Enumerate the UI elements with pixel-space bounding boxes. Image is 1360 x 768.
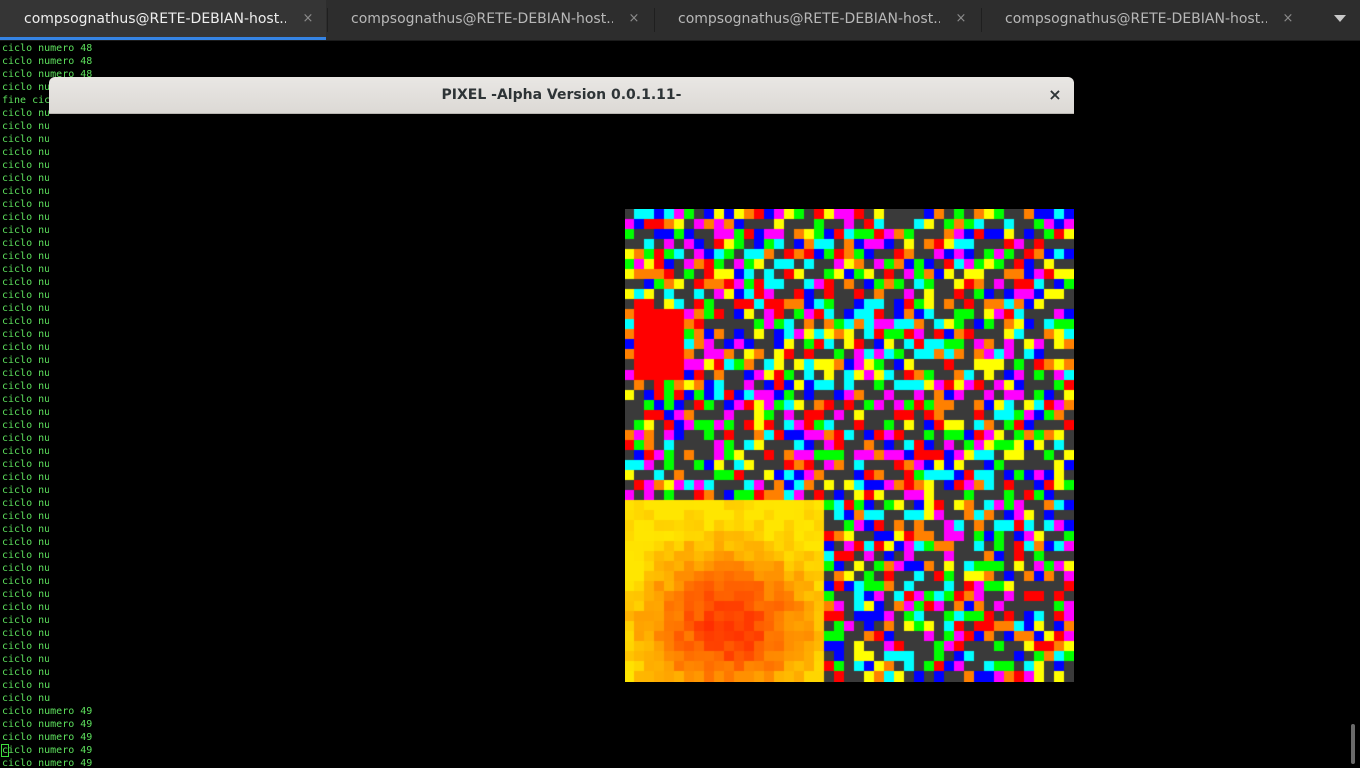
terminal-line: ciclo numero 49 (2, 745, 93, 756)
terminal-line: ciclo numero 49 (2, 706, 93, 717)
terminal-scrollbar[interactable] (1346, 41, 1360, 768)
scrollbar-thumb[interactable] (1351, 724, 1355, 764)
tab-terminal-2[interactable]: compsognathus@RETE-DEBIAN-host... × (327, 0, 654, 40)
tab-label: compsognathus@RETE-DEBIAN-host... (1005, 11, 1267, 27)
tab-label: compsognathus@RETE-DEBIAN-host... (351, 11, 613, 27)
close-tab-icon[interactable]: × (300, 11, 316, 27)
terminal-line: ciclo numero 48 (2, 56, 93, 67)
terminal-line: ciclo numero 49 (2, 719, 93, 730)
tab-terminal-1[interactable]: compsognathus@RETE-DEBIAN-host... × (0, 0, 326, 40)
pixel-window: PIXEL -Alpha Version 0.0.1.11- × (49, 77, 1074, 682)
close-tab-icon[interactable]: × (1280, 11, 1296, 27)
terminal-line: ciclo numero 49 (2, 758, 93, 768)
terminal-cursor (1, 744, 9, 757)
tab-label: compsognathus@RETE-DEBIAN-host... (678, 11, 940, 27)
terminal-line: ciclo numero 48 (2, 43, 93, 54)
tab-bar: compsognathus@RETE-DEBIAN-host... × comp… (0, 0, 1360, 41)
tab-terminal-3[interactable]: compsognathus@RETE-DEBIAN-host... × (654, 0, 981, 40)
close-tab-icon[interactable]: × (626, 11, 642, 27)
terminal-line: ciclo numero 49 (2, 732, 93, 743)
tabs-menu-chevron-down-icon[interactable] (1334, 15, 1346, 22)
terminal-line: ciclo nu (2, 693, 51, 704)
window-title: PIXEL -Alpha Version 0.0.1.11- (441, 87, 682, 103)
pixel-grid-canvas (625, 209, 1074, 682)
tab-terminal-4[interactable]: compsognathus@RETE-DEBIAN-host... × (981, 0, 1308, 40)
tab-label: compsognathus@RETE-DEBIAN-host... (24, 11, 286, 27)
close-tab-icon[interactable]: × (953, 11, 969, 27)
pixel-titlebar[interactable]: PIXEL -Alpha Version 0.0.1.11- × (49, 77, 1074, 114)
close-icon[interactable]: × (1045, 85, 1065, 105)
